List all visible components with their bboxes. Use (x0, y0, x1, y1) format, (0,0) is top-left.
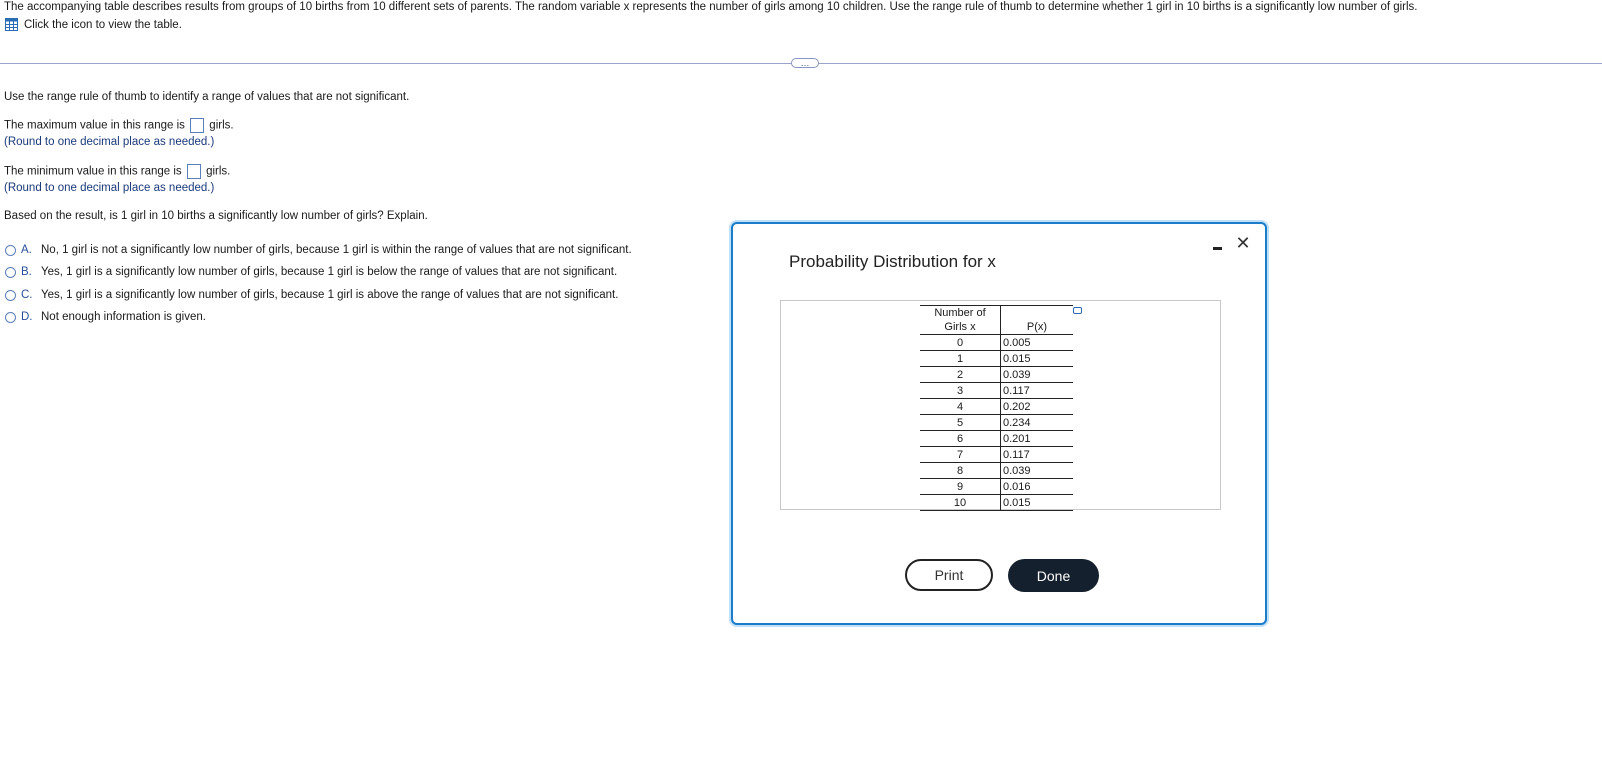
cell-girls-x: 6 (920, 430, 1001, 447)
min-value-line: The minimum value in this range is girls… (4, 164, 230, 179)
option-b[interactable]: B. Yes, 1 girl is a significantly low nu… (5, 266, 617, 278)
table-row: 5 0.234 (920, 414, 1073, 431)
table-row: 10 0.015 (920, 494, 1073, 511)
cell-girls-x: 10 (920, 494, 1001, 511)
min-value-input[interactable] (186, 164, 201, 179)
distribution-table: Number of Girls x P(x) 0 0.005 1 0.015 2 0.03… (920, 305, 1073, 511)
cell-probability: 0.005 (1000, 334, 1073, 351)
max-suffix: girls. (209, 119, 234, 132)
cell-probability: 0.015 (1000, 494, 1073, 511)
max-value-input[interactable] (190, 118, 205, 133)
radio-a[interactable] (5, 244, 16, 256)
min-round-note: (Round to one decimal place as needed.) (4, 182, 215, 194)
table-row: 9 0.016 (920, 478, 1073, 495)
cell-probability: 0.039 (1000, 366, 1073, 383)
cell-probability: 0.039 (1000, 462, 1073, 479)
table-row: 8 0.039 (920, 462, 1073, 479)
cell-girls-x: 0 (920, 334, 1001, 351)
min-prefix: The minimum value in this range is (4, 165, 182, 178)
cell-probability: 0.015 (1000, 350, 1073, 367)
radio-d[interactable] (5, 311, 16, 323)
header-number-of-girls: Number of Girls x (920, 305, 1001, 335)
max-prefix: The maximum value in this range is (4, 119, 185, 132)
table-row: 6 0.201 (920, 430, 1073, 447)
intro-text: The accompanying table describes results… (4, 1, 1418, 13)
max-round-note: (Round to one decimal place as needed.) (4, 136, 215, 148)
cell-probability: 0.016 (1000, 478, 1073, 495)
option-a-letter: A. (21, 244, 32, 256)
option-d[interactable]: D. Not enough information is given. (5, 311, 206, 323)
table-row: 3 0.117 (920, 382, 1073, 399)
cell-probability: 0.117 (1000, 446, 1073, 463)
option-b-letter: B. (21, 266, 32, 278)
cell-girls-x: 1 (920, 350, 1001, 367)
cell-probability: 0.234 (1000, 414, 1073, 431)
option-c-letter: C. (21, 289, 33, 301)
close-icon[interactable]: ✕ (1234, 234, 1252, 252)
table-row: 0 0.005 (920, 334, 1073, 351)
minimize-icon[interactable] (1210, 238, 1224, 252)
cell-probability: 0.117 (1000, 382, 1073, 399)
header-probability: P(x) (1000, 305, 1073, 335)
dialog-title: Probability Distribution for x (789, 252, 996, 271)
table-frame: Number of Girls x P(x) 0 0.005 1 0.015 2 0.03… (780, 300, 1221, 511)
table-icon[interactable] (5, 18, 18, 31)
table-row: 1 0.015 (920, 350, 1073, 367)
min-suffix: girls. (206, 165, 231, 178)
option-d-letter: D. (21, 311, 33, 323)
header-x-line1: Number of (934, 307, 986, 319)
view-table-link[interactable]: Click the icon to view the table. (5, 18, 182, 31)
cell-girls-x: 4 (920, 398, 1001, 415)
max-value-line: The maximum value in this range is girls… (4, 118, 234, 133)
option-d-text[interactable]: Not enough information is given. (41, 311, 206, 323)
option-a-text[interactable]: No, 1 girl is not a significantly low nu… (41, 244, 632, 256)
cell-girls-x: 9 (920, 478, 1001, 495)
probability-table-dialog: Probability Distribution for x ✕ Number … (731, 222, 1267, 625)
explain-prompt: Based on the result, is 1 girl in 10 bir… (4, 210, 428, 222)
done-button[interactable]: Done (1008, 559, 1099, 592)
cell-girls-x: 2 (920, 366, 1001, 383)
expand-handle[interactable]: … (791, 58, 819, 68)
cell-probability: 0.202 (1000, 398, 1073, 415)
table-header-row: Number of Girls x P(x) (920, 305, 1073, 335)
radio-b[interactable] (5, 266, 16, 278)
option-a[interactable]: A. No, 1 girl is not a significantly low… (5, 244, 632, 256)
table-row: 4 0.202 (920, 398, 1073, 415)
cell-girls-x: 3 (920, 382, 1001, 399)
cell-girls-x: 5 (920, 414, 1001, 431)
table-row: 2 0.039 (920, 366, 1073, 383)
option-c-text[interactable]: Yes, 1 girl is a significantly low numbe… (41, 289, 618, 301)
view-table-link-label[interactable]: Click the icon to view the table. (24, 19, 182, 31)
radio-c[interactable] (5, 289, 16, 301)
option-b-text[interactable]: Yes, 1 girl is a significantly low numbe… (41, 266, 617, 278)
cell-probability: 0.201 (1000, 430, 1073, 447)
copy-icon[interactable] (1073, 307, 1082, 314)
table-body: 0 0.005 1 0.015 2 0.039 3 0.117 4 0.202 5 0.234 6 0.2… (920, 334, 1073, 511)
print-button[interactable]: Print (905, 559, 993, 591)
range-instruction: Use the range rule of thumb to identify … (4, 91, 410, 103)
option-c[interactable]: C. Yes, 1 girl is a significantly low nu… (5, 289, 618, 301)
table-row: 7 0.117 (920, 446, 1073, 463)
header-x-line2: Girls x (944, 321, 976, 333)
cell-girls-x: 8 (920, 462, 1001, 479)
cell-girls-x: 7 (920, 446, 1001, 463)
header-p: P(x) (1026, 321, 1048, 333)
